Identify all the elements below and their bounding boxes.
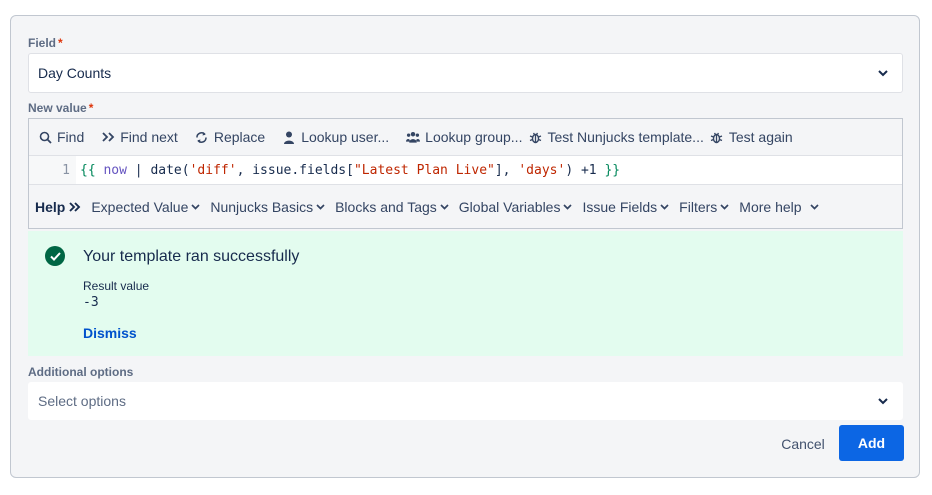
help-nunjucks-basics[interactable]: Nunjucks Basics <box>210 199 325 215</box>
chevron-down-icon <box>720 203 729 210</box>
double-chevron-right-icon <box>69 201 81 212</box>
bug-icon <box>710 130 724 144</box>
lookup-group-button[interactable]: Lookup group... <box>406 129 522 145</box>
help-blocks-and-tags[interactable]: Blocks and Tags <box>335 199 449 215</box>
field-select[interactable]: Day Counts <box>28 53 903 93</box>
help-global-variables[interactable]: Global Variables <box>459 199 573 215</box>
new-value-label: New value * <box>28 101 94 115</box>
test-template-button[interactable]: Test Nunjucks template... <box>528 129 704 145</box>
result-value: -3 <box>83 295 99 310</box>
required-mark: * <box>88 101 94 115</box>
help-more-help[interactable]: More help <box>739 199 819 215</box>
additional-options-label: Additional options <box>28 365 134 379</box>
rule-action-panel: Field * Day Counts New value * Find Find n… <box>10 15 920 478</box>
double-chevron-right-icon <box>101 130 115 144</box>
chevron-down-icon <box>563 203 573 210</box>
success-message: Your template ran successfully Result va… <box>28 231 903 356</box>
editor-toolbar: Find Find next Replace Lookup user... Lo… <box>29 119 902 156</box>
refresh-icon <box>195 130 209 144</box>
check-circle-icon <box>45 246 65 266</box>
field-select-value: Day Counts <box>38 65 112 81</box>
help-issue-fields[interactable]: Issue Fields <box>582 199 669 215</box>
group-icon <box>406 130 421 144</box>
replace-button[interactable]: Replace <box>195 129 265 145</box>
dismiss-link[interactable]: Dismiss <box>83 325 137 341</box>
help-title: Help <box>35 199 81 215</box>
bug-icon <box>528 130 542 144</box>
help-expected-value[interactable]: Expected Value <box>91 199 200 215</box>
lookup-user-button[interactable]: Lookup user... <box>282 129 389 145</box>
cancel-button[interactable]: Cancel <box>773 426 833 462</box>
find-next-button[interactable]: Find next <box>101 129 178 145</box>
code-editor-line[interactable]: 1 {{ now | date('diff', issue.fields["La… <box>29 156 902 185</box>
add-button[interactable]: Add <box>839 425 904 461</box>
chevron-down-icon <box>878 398 888 408</box>
user-icon <box>282 130 296 144</box>
additional-options-select[interactable]: Select options <box>28 382 903 420</box>
template-code[interactable]: {{ now | date('diff', issue.fields["Late… <box>76 163 620 178</box>
chevron-down-icon <box>660 203 669 210</box>
result-label: Result value <box>83 279 150 293</box>
required-mark: * <box>58 36 63 50</box>
help-bar: Help Expected Value Nunjucks Basics Bloc… <box>29 185 902 228</box>
chevron-down-icon <box>809 203 819 210</box>
search-icon <box>38 130 52 144</box>
template-editor: Find Find next Replace Lookup user... Lo… <box>28 118 903 229</box>
chevron-down-icon <box>440 203 449 210</box>
additional-options-placeholder: Select options <box>38 393 126 409</box>
line-number: 1 <box>29 156 76 184</box>
chevron-down-icon <box>878 70 888 80</box>
success-title: Your template ran successfully <box>83 248 300 265</box>
chevron-down-icon <box>316 203 325 210</box>
field-label: Field * <box>28 36 63 50</box>
help-filters[interactable]: Filters <box>679 199 729 215</box>
test-again-button[interactable]: Test again <box>710 129 793 145</box>
chevron-down-icon <box>191 203 200 210</box>
find-button[interactable]: Find <box>38 129 84 145</box>
